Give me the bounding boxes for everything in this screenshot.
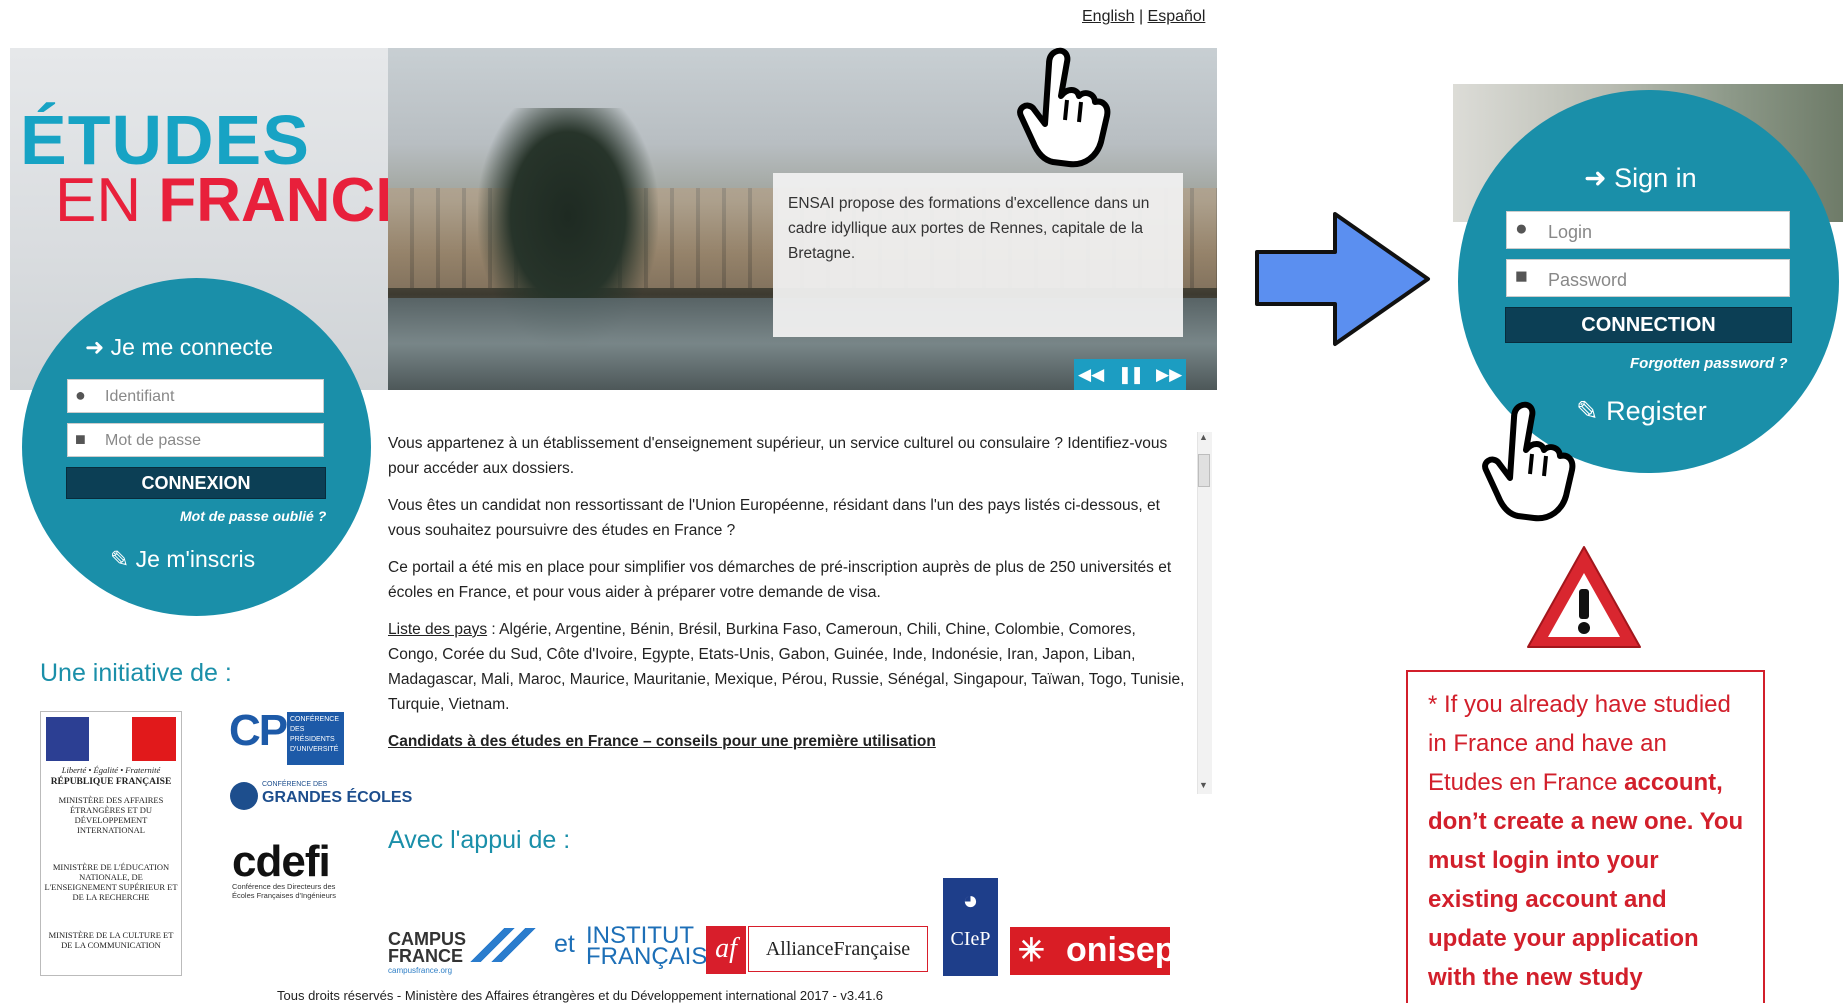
countries-paragraph: Liste des pays : Algérie, Argentine, Bén…	[388, 617, 1188, 717]
register-link[interactable]: ✎ Register	[1576, 396, 1707, 427]
logo-france: FRANCE	[158, 166, 417, 235]
user-icon: ●	[75, 385, 86, 405]
pause-icon[interactable]: ❚❚	[1117, 363, 1145, 387]
logo-en-france: EN FRANCE	[55, 165, 417, 236]
marianne-flag	[46, 717, 176, 761]
warning-icon	[1527, 546, 1641, 648]
sign-in-icon: ➜	[85, 334, 105, 360]
onisep-star-icon: ✳	[1018, 932, 1045, 968]
cdefi-logo: cdefi	[232, 837, 331, 886]
pointing-hand-icon	[1482, 401, 1576, 522]
sign-in-title: ➜ Sign in	[1584, 163, 1697, 194]
pencil-icon: ✎	[110, 546, 130, 572]
user-icon: ●	[1515, 217, 1528, 240]
login-title-fr: ➜ Je me connecte	[85, 334, 273, 361]
alliance-francaise-mark: af	[706, 926, 746, 974]
identifiant-input[interactable]: ● Identifiant	[67, 379, 324, 413]
cge-logo: GRANDES ÉCOLES	[262, 789, 413, 806]
alliance-francaise-logo: AllianceFrançaise	[748, 926, 928, 972]
advice-link[interactable]: Candidats à des études en France – conse…	[388, 733, 936, 750]
sign-in-icon: ➜	[1584, 163, 1607, 193]
mot-de-passe-input[interactable]: ■ Mot de passe	[67, 423, 324, 457]
pointing-hand-icon	[1017, 47, 1111, 168]
campus-france-url: campusfrance.org	[388, 966, 453, 975]
globe-icon: ◕	[962, 886, 979, 915]
countries-list: : Algérie, Argentine, Bénin, Brésil, Bur…	[388, 621, 1185, 713]
cdefi-text: Conférence des Directeurs des Écoles Fra…	[232, 882, 336, 900]
scroll-down-arrow-icon[interactable]: ▼	[1199, 780, 1208, 790]
lock-icon: ■	[75, 429, 86, 449]
login-placeholder: Login	[1548, 222, 1593, 242]
ciep-logo: ◕ CIeP	[943, 878, 998, 976]
logo-en: EN	[55, 166, 159, 235]
espanol-link[interactable]: Español	[1148, 8, 1206, 25]
register-label: Register	[1606, 396, 1707, 426]
ciep-text: CIeP	[950, 928, 991, 950]
connection-button[interactable]: CONNECTION	[1505, 307, 1792, 343]
password-input[interactable]: ■ Password	[1506, 259, 1790, 297]
campus-france-logo: CAMPUS FRANCE	[388, 929, 467, 966]
paragraph-1: Vous appartenez à un établissement d'ens…	[388, 435, 1168, 477]
fast-backward-icon[interactable]: ◀◀	[1078, 363, 1104, 387]
warning-note: * If you already have studied in France …	[1406, 670, 1765, 1003]
rf-ministry-1: MINISTÈRE DES AFFAIRES ÉTRANGÈRES ET DU …	[58, 795, 164, 835]
appui-title: Avec l'appui de :	[388, 826, 571, 854]
initiative-title: Une initiative de :	[40, 659, 232, 687]
right-arrow-icon	[1255, 212, 1430, 346]
scroll-thumb[interactable]	[1198, 454, 1210, 487]
et-text: et	[554, 930, 575, 958]
campus-france-mark-icon	[468, 928, 538, 962]
countries-list-link[interactable]: Liste des pays	[388, 621, 487, 638]
main-content: Vous appartenez à un établissement d'ens…	[388, 431, 1188, 766]
english-link[interactable]: English	[1082, 8, 1134, 25]
mot-de-passe-placeholder: Mot de passe	[105, 432, 202, 449]
hero-caption-text: ENSAI propose des formations d'excellenc…	[788, 195, 1150, 262]
sign-in-title-text: Sign in	[1614, 163, 1697, 193]
forgotten-password-link[interactable]: Forgotten password ?	[1630, 355, 1788, 372]
rf-ministry-3: MINISTÈRE DE LA CULTURE ET DE LA COMMUNI…	[48, 930, 174, 950]
register-link-fr[interactable]: ✎ Je m'inscris	[110, 546, 255, 573]
warning-note-bold: account, don’t create a new one. You mus…	[1428, 769, 1744, 991]
rf-ministry-2: MINISTÈRE DE L'ÉDUCATION NATIONALE, DE L…	[44, 862, 178, 902]
connexion-button[interactable]: CONNEXION	[66, 467, 326, 499]
forgot-password-link-fr[interactable]: Mot de passe oublié ?	[180, 508, 326, 524]
lock-icon: ■	[1515, 265, 1528, 288]
cpu-text: CONFÉRENCE DES PRÉSIDENTS D'UNIVERSITÉ	[287, 712, 344, 765]
password-placeholder: Password	[1548, 270, 1628, 290]
slideshow-controls: ◀◀ ❚❚ ▶▶	[1074, 359, 1186, 390]
fast-forward-icon[interactable]: ▶▶	[1156, 363, 1182, 387]
paragraph-2: Vous êtes un candidat non ressortissant …	[388, 497, 1160, 539]
login-input[interactable]: ● Login	[1506, 211, 1790, 249]
register-label-fr: Je m'inscris	[135, 546, 256, 572]
cge-globe-icon	[230, 782, 258, 810]
rf-name: RÉPUBLIQUE FRANÇAISE	[50, 777, 172, 787]
identifiant-placeholder: Identifiant	[105, 388, 175, 405]
paragraph-3: Ce portail a été mis en place pour simpl…	[388, 559, 1172, 601]
institut-francais-logo: INSTITUT FRANÇAIS	[586, 922, 708, 970]
language-separator: |	[1138, 8, 1144, 25]
language-switcher: English | Español	[1082, 8, 1205, 26]
footer-copyright: Tous droits réservés - Ministère des Aff…	[277, 988, 884, 1003]
cge-prefix: CONFÉRENCE DES	[262, 781, 328, 788]
login-title-fr-text: Je me connecte	[110, 334, 274, 360]
scroll-up-arrow-icon[interactable]: ▲	[1199, 432, 1208, 442]
rf-motto: Liberté • Égalité • Fraternité	[61, 765, 161, 775]
